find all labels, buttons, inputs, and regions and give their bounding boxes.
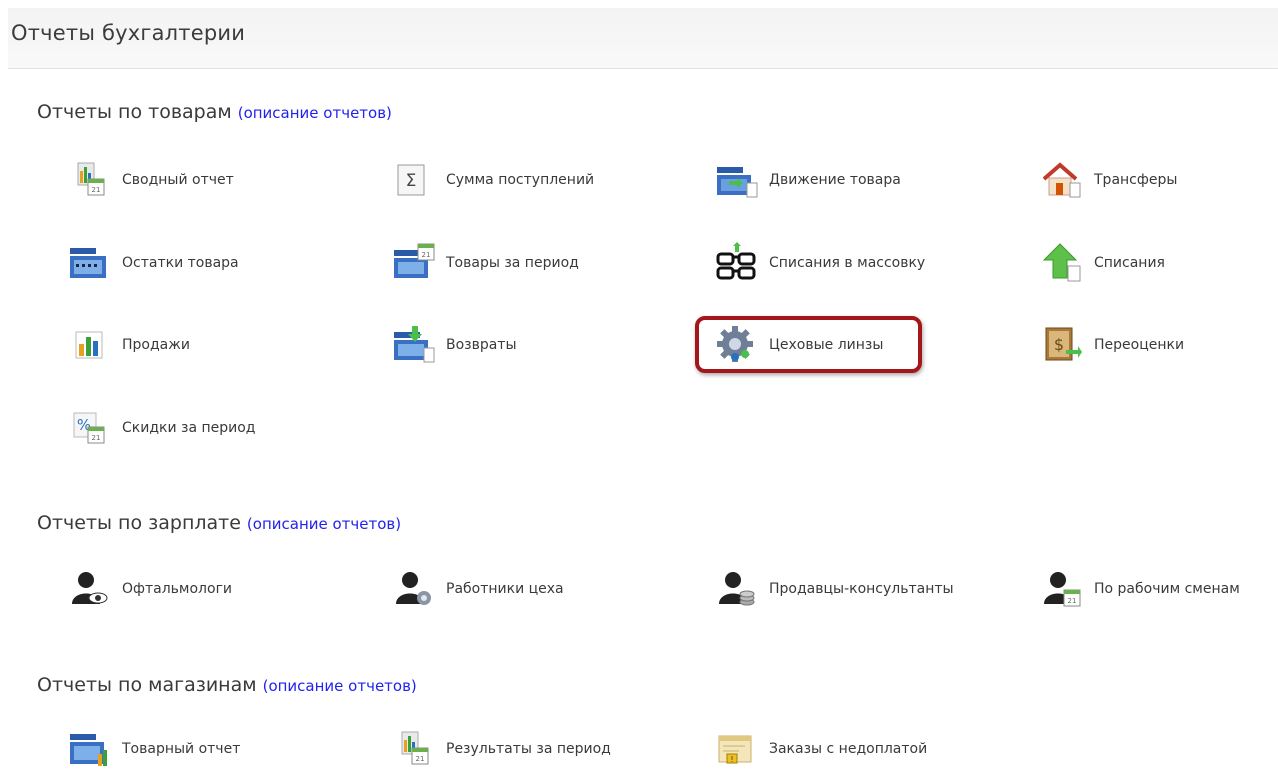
report-underpaid-orders[interactable]: ! Заказы с недоплатой [715, 726, 927, 772]
report-label: Движение товара [769, 172, 901, 188]
svg-text:!: ! [730, 755, 733, 764]
page-title: Отчеты бухгалтерии [11, 21, 246, 45]
report-label: Переоценки [1094, 337, 1185, 353]
person-eye-icon [68, 568, 112, 610]
report-label: Офтальмологи [122, 581, 233, 597]
report-workshop-workers[interactable]: Работники цеха [392, 566, 564, 612]
register-calendar-icon: 21 [392, 242, 436, 284]
svg-text:21: 21 [92, 186, 101, 194]
section-description-link[interactable]: (описание отчетов) [247, 515, 401, 533]
report-sales-consultants[interactable]: Продавцы-консультанты [715, 566, 954, 612]
person-coins-icon [715, 568, 759, 610]
report-goods-movement[interactable]: Движение товара [715, 157, 901, 203]
report-label: Сводный отчет [122, 172, 234, 188]
report-label: По рабочим сменам [1094, 581, 1240, 597]
section-title-stores: Отчеты по магазинам (описание отчетов) [37, 674, 417, 696]
register-return-icon [392, 324, 436, 366]
report-label: Товарный отчет [122, 741, 241, 757]
report-label: Списания [1094, 255, 1165, 271]
report-label: Сумма поступлений [446, 172, 595, 188]
highlight-frame [695, 316, 922, 373]
svg-text:21: 21 [1068, 597, 1077, 605]
report-writeoffs[interactable]: Списания [1040, 240, 1165, 286]
report-discounts-period[interactable]: % 21 Скидки за период [68, 405, 256, 451]
svg-text:Σ: Σ [406, 171, 417, 191]
order-warning-icon: ! [715, 728, 759, 770]
report-stock-remains[interactable]: Остатки товара [68, 240, 239, 286]
report-label: Трансферы [1094, 172, 1178, 188]
section-description-link[interactable]: (описание отчетов) [263, 677, 417, 695]
report-sales[interactable]: Продажи [68, 322, 190, 368]
register-chart-icon [68, 728, 112, 770]
report-mass-writeoff[interactable]: Списания в массовку [715, 240, 925, 286]
report-returns[interactable]: Возвраты [392, 322, 517, 368]
report-work-shifts[interactable]: 21 По рабочим сменам [1040, 566, 1240, 612]
svg-text:21: 21 [422, 251, 431, 259]
percent-calendar-icon: % 21 [68, 407, 112, 449]
register-arrows-icon [715, 159, 759, 201]
report-revaluations[interactable]: $ Переоценки [1040, 322, 1184, 368]
section-description-link[interactable]: (описание отчетов) [238, 104, 392, 122]
report-goods-period[interactable]: 21 Товары за период [392, 240, 579, 286]
section-title-salary: Отчеты по зарплате (описание отчетов) [37, 512, 401, 534]
section-title-text: Отчеты по зарплате [37, 512, 241, 534]
report-ophthalmologists[interactable]: Офтальмологи [68, 566, 232, 612]
house-icon [1040, 159, 1084, 201]
report-label: Продажи [122, 337, 190, 353]
report-label: Заказы с недоплатой [769, 741, 928, 757]
sigma-icon: Σ [392, 159, 436, 201]
svg-text:$: $ [1054, 335, 1064, 354]
person-calendar-icon: 21 [1040, 568, 1084, 610]
report-receipts-sum[interactable]: Σ Сумма поступлений [392, 157, 594, 203]
svg-text:21: 21 [416, 755, 425, 763]
section-title-text: Отчеты по товарам [37, 101, 232, 123]
report-label: Остатки товара [122, 255, 239, 271]
report-label: Возвраты [446, 337, 517, 353]
chart-calendar-icon: 21 [68, 159, 112, 201]
section-title-text: Отчеты по магазинам [37, 674, 257, 696]
bar-chart-icon [68, 324, 112, 366]
report-label: Результаты за период [446, 741, 611, 757]
page-header: Отчеты бухгалтерии [8, 8, 1278, 69]
price-book-icon: $ [1040, 324, 1084, 366]
cash-register-icon [68, 242, 112, 284]
report-label: Товары за период [446, 255, 579, 271]
report-goods-report[interactable]: Товарный отчет [68, 726, 240, 772]
report-label: Скидки за период [122, 420, 256, 436]
report-period-results[interactable]: 21 Результаты за период [392, 726, 611, 772]
report-label: Работники цеха [446, 581, 564, 597]
report-summary[interactable]: 21 Сводный отчет [68, 157, 234, 203]
report-label: Списания в массовку [769, 255, 926, 271]
glasses-icon [715, 242, 759, 284]
report-label: Продавцы-консультанты [769, 581, 954, 597]
green-up-arrow-icon [1040, 242, 1084, 284]
person-gear-icon [392, 568, 436, 610]
svg-text:21: 21 [92, 434, 101, 442]
report-transfers[interactable]: Трансферы [1040, 157, 1177, 203]
chart-calendar-icon: 21 [392, 728, 436, 770]
section-title-goods: Отчеты по товарам (описание отчетов) [37, 101, 392, 123]
